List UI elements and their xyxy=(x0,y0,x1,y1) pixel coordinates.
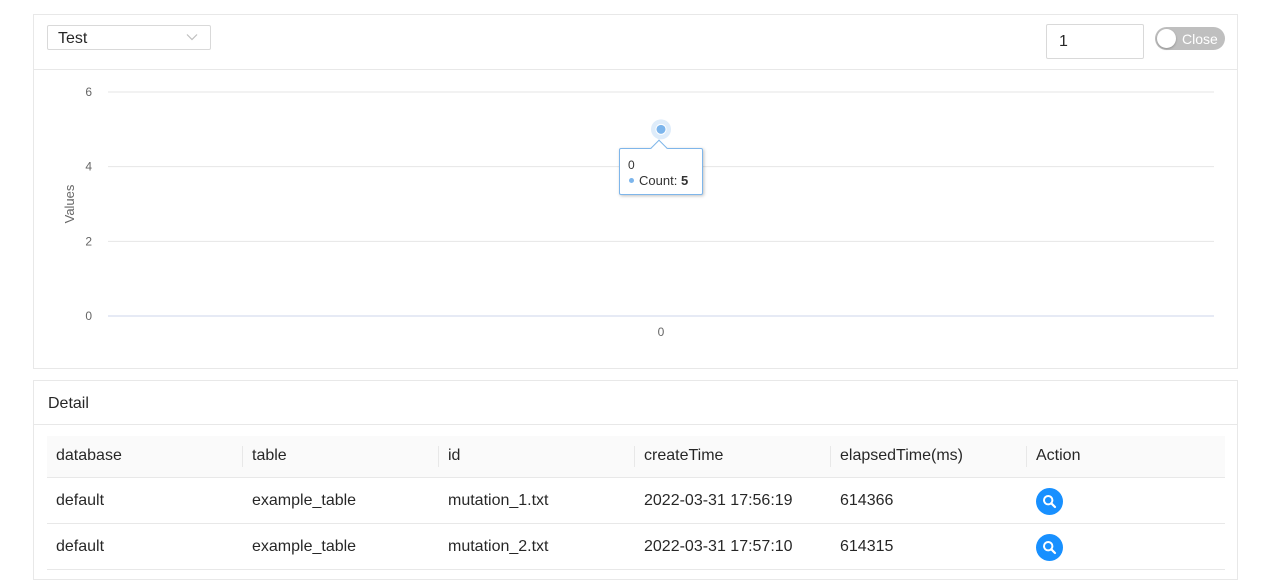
cell-database: default xyxy=(56,492,105,509)
column-divider xyxy=(634,446,635,467)
detail-card-header: Detail xyxy=(34,381,1237,425)
cell-database: default xyxy=(56,538,105,555)
cell-table: example_table xyxy=(252,538,357,555)
tooltip-series-dot xyxy=(629,178,634,183)
search-icon xyxy=(1043,541,1057,555)
table-header: database table id createTime elapsedTime… xyxy=(47,436,1225,478)
column-header-action: Action xyxy=(1036,447,1081,464)
column-header-table: table xyxy=(252,447,287,464)
search-icon xyxy=(1043,495,1057,509)
close-toggle[interactable]: Close xyxy=(1155,27,1225,50)
detail-table: database table id createTime elapsedTime… xyxy=(47,436,1225,570)
view-detail-button[interactable] xyxy=(1036,488,1063,515)
tooltip-value: 5 xyxy=(680,173,689,188)
toggle-label: Close xyxy=(1182,31,1218,47)
column-divider xyxy=(830,446,831,467)
chevron-down-icon xyxy=(186,34,198,41)
y-tick-label: 2 xyxy=(85,234,92,248)
toggle-knob xyxy=(1157,29,1176,48)
count-input[interactable] xyxy=(1046,24,1144,59)
table-row: default example_table mutation_2.txt 202… xyxy=(47,524,1225,570)
tooltip-series-label: Count: xyxy=(639,173,678,188)
y-tick-label: 0 xyxy=(85,309,92,323)
y-axis-label: Values xyxy=(62,184,77,223)
chart: 0 2 4 6 Values 0 xyxy=(62,85,1214,339)
data-point xyxy=(655,123,667,135)
column-divider xyxy=(438,446,439,467)
column-divider xyxy=(1026,446,1027,467)
column-header-database: database xyxy=(56,447,122,464)
cell-table: example_table xyxy=(252,492,357,509)
column-header-createtime: createTime xyxy=(644,447,724,464)
cell-createtime: 2022-03-31 17:57:10 xyxy=(644,538,793,555)
cell-id: mutation_1.txt xyxy=(448,492,549,509)
column-header-elapsedtime: elapsedTime(ms) xyxy=(840,447,963,464)
cell-createtime: 2022-03-31 17:56:19 xyxy=(644,492,793,509)
table-row: default example_table mutation_1.txt 202… xyxy=(47,478,1225,524)
detail-title: Detail xyxy=(48,395,89,412)
column-header-id: id xyxy=(448,447,461,464)
y-tick-label: 6 xyxy=(85,85,92,99)
y-tick-label: 4 xyxy=(85,160,92,174)
column-divider xyxy=(242,446,243,467)
tooltip-category: 0 xyxy=(628,158,635,172)
detail-card: Detail database table id createTime elap… xyxy=(33,380,1238,580)
cell-elapsedtime: 614366 xyxy=(840,492,894,509)
view-detail-button[interactable] xyxy=(1036,534,1063,561)
chart-card: Test Close 0 2 4 6 Values 0 0 Count: 5 xyxy=(33,14,1238,369)
cell-elapsedtime: 614315 xyxy=(840,538,894,555)
tooltip-line: Count: 5 xyxy=(639,173,688,188)
cell-id: mutation_2.txt xyxy=(448,538,549,555)
chart-tooltip: 0 Count: 5 xyxy=(619,139,703,195)
test-select[interactable]: Test xyxy=(47,25,211,50)
chart-card-header: Test Close xyxy=(34,15,1237,70)
x-tick-label: 0 xyxy=(658,325,665,339)
test-select-value: Test xyxy=(58,30,88,47)
